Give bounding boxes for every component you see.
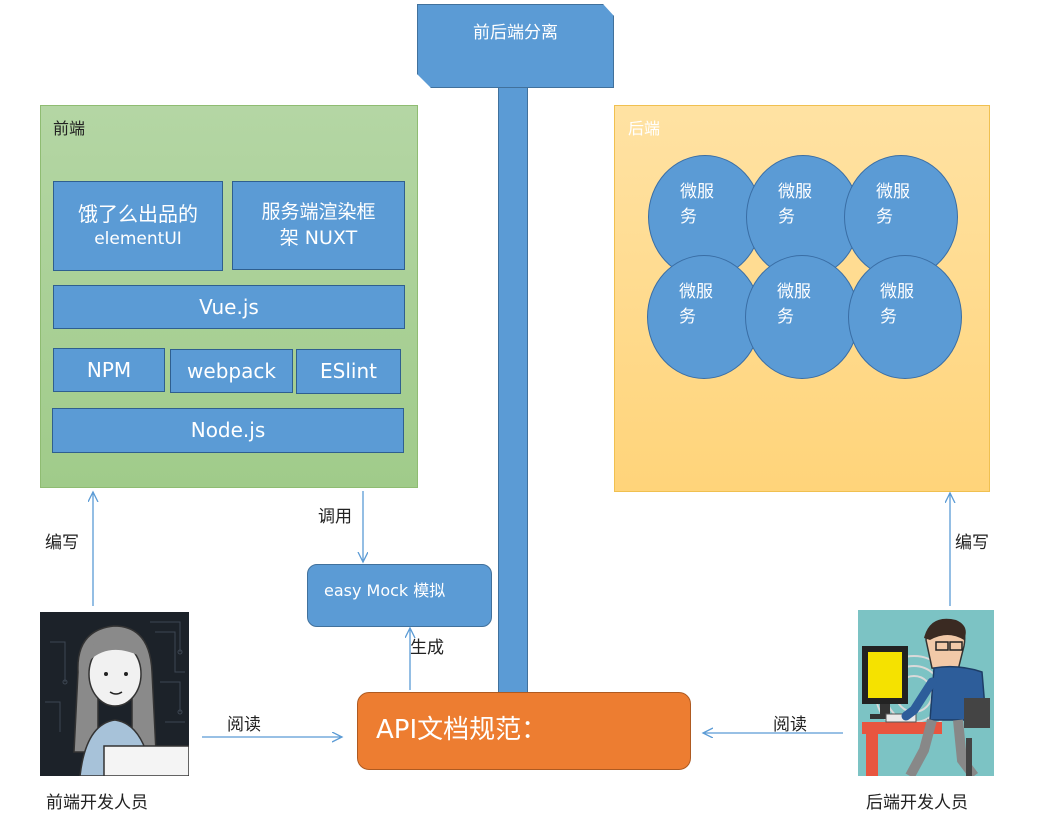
- call-label: 调用: [318, 507, 352, 527]
- frontend-developer-icon: [40, 612, 189, 776]
- frontend-developer-caption: 前端开发人员: [46, 793, 148, 813]
- backend-developer-icon: [858, 610, 994, 776]
- write-backend-label: 编写: [955, 533, 989, 553]
- generate-label: 生成: [410, 638, 444, 658]
- read-frontend-label: 阅读: [227, 715, 261, 735]
- read-backend-label: 阅读: [773, 715, 807, 735]
- backend-developer-caption: 后端开发人员: [866, 793, 968, 813]
- write-frontend-label: 编写: [45, 533, 79, 553]
